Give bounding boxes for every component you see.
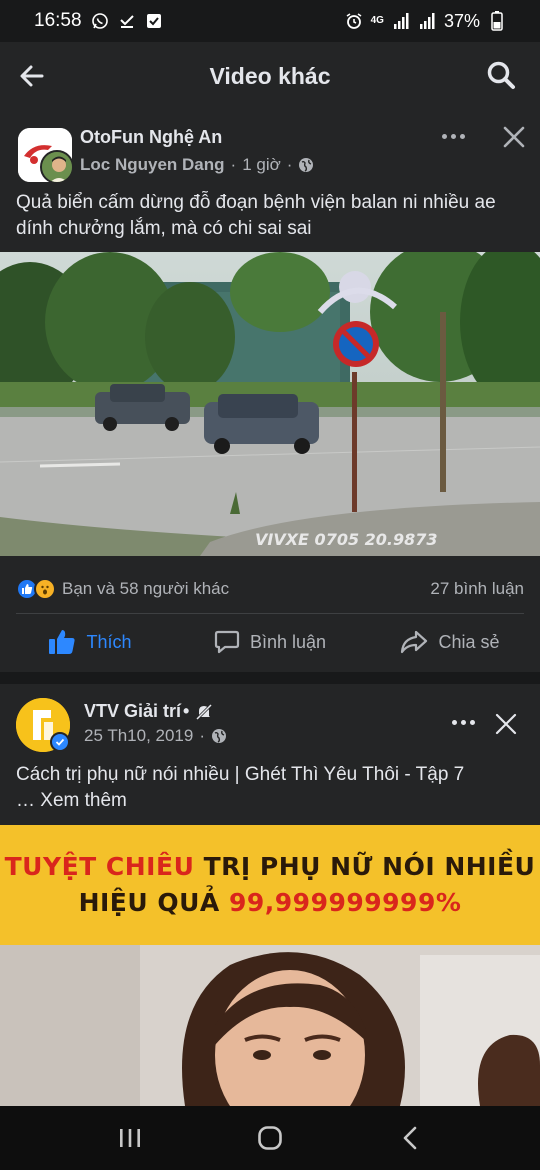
close-icon[interactable]: [495, 713, 517, 735]
post-text-main: Cách trị phụ nữ nói nhiều | Ghét Thì Yêu…: [16, 764, 465, 785]
alarm-icon: [345, 12, 363, 30]
page-title: Video khác: [209, 62, 331, 89]
thumbs-up-icon: [48, 629, 76, 655]
reactions-summary[interactable]: Bạn và 58 người khác: [62, 579, 229, 599]
page-name[interactable]: VTV Giải trí •: [84, 701, 213, 722]
post-stats: Bạn và 58 người khác 27 bình luận: [16, 576, 524, 602]
name-suffix: •: [183, 701, 190, 721]
video-post: VTV Giải trí • 25 Th10, 2019 · Cách trị …: [0, 684, 540, 1106]
like-button[interactable]: Thích: [0, 622, 180, 662]
battery-percent: 37%: [443, 10, 480, 31]
checkbox-icon: [145, 12, 163, 30]
see-more-link[interactable]: … Xem thêm: [16, 788, 526, 814]
author-name[interactable]: Loc Nguyen Dang: [80, 155, 225, 175]
divider: [16, 613, 524, 614]
banner-line-1: TUYỆT CHIÊU TRỊ PHỤ NỮ NÓI NHIỀU: [4, 852, 536, 881]
recent-apps-icon[interactable]: [110, 1118, 150, 1158]
post-text: Quả biển cấm dừng đỗ đoạn bệnh viện bala…: [16, 192, 496, 239]
arrow-left-icon[interactable]: [18, 62, 46, 90]
status-bar: 16:58 4G 37%: [0, 0, 540, 42]
watermark-text: VIVXE 0705 20.9873: [255, 530, 438, 549]
comment-button[interactable]: Bình luận: [180, 622, 360, 662]
feed-gap: [0, 672, 540, 684]
post-meta: 25 Th10, 2019 ·: [84, 726, 227, 746]
like-label: Thích: [86, 631, 132, 652]
download-done-icon: [118, 12, 136, 30]
close-icon[interactable]: [503, 126, 525, 148]
share-label: Chia sẻ: [438, 631, 500, 652]
street-scene-image: VIVXE 0705 20.9873: [0, 252, 540, 556]
battery-icon: [488, 11, 506, 31]
meta-separator-2: ·: [286, 155, 293, 174]
meta-separator: ·: [199, 726, 206, 745]
status-right: 4G 37%: [345, 11, 506, 32]
video-thumbnail[interactable]: TUYỆT CHIÊU TRỊ PHỤ NỮ NÓI NHIỀU HIỆU QU…: [0, 825, 540, 1106]
post-text: Cách trị phụ nữ nói nhiều | Ghét Thì Yêu…: [16, 762, 526, 814]
network-type: 4G: [370, 15, 384, 26]
notifications-off-icon: [195, 703, 213, 721]
status-time: 16:58: [34, 10, 82, 31]
share-button[interactable]: Chia sẻ: [360, 622, 540, 662]
meta-separator: ·: [230, 155, 237, 174]
post-time[interactable]: 1 giờ: [242, 155, 281, 175]
more-horizontal-icon[interactable]: [452, 720, 475, 725]
home-icon[interactable]: [250, 1118, 290, 1158]
signal-icon: [392, 12, 410, 30]
post-meta: Loc Nguyen Dang · 1 giờ ·: [80, 155, 314, 175]
reaction-icons[interactable]: [16, 578, 56, 600]
whatsapp-icon: [91, 12, 109, 30]
back-nav-icon[interactable]: [390, 1118, 430, 1158]
thumbnail-banner: TUYỆT CHIÊU TRỊ PHỤ NỮ NÓI NHIỀU HIỆU QU…: [0, 825, 540, 945]
video-thumbnail[interactable]: VIVXE 0705 20.9873: [0, 252, 540, 556]
banner-line-2: HIỆU QUẢ 99,999999999%: [78, 888, 462, 917]
post-actions: Thích Bình luận Chia sẻ: [0, 622, 540, 662]
status-left: 16:58: [34, 10, 163, 32]
search-icon[interactable]: [486, 60, 516, 90]
app-bar: Video khác: [0, 42, 540, 110]
globe-icon: [298, 157, 314, 173]
globe-icon: [211, 728, 227, 744]
page-name-text: VTV Giải trí: [84, 701, 182, 721]
comments-count[interactable]: 27 bình luận: [430, 579, 524, 599]
share-arrow-icon: [400, 629, 428, 655]
verified-badge-icon: [50, 732, 70, 752]
drama-scene-image: [0, 945, 540, 1106]
author-avatar[interactable]: [40, 150, 74, 184]
video-post: OtoFun Nghệ An Loc Nguyen Dang · 1 giờ ·…: [0, 110, 540, 672]
comment-label: Bình luận: [249, 631, 327, 652]
comment-bubble-icon: [214, 629, 240, 655]
system-navigation-bar: [0, 1106, 540, 1170]
wow-reaction-icon: [34, 578, 56, 600]
more-horizontal-icon[interactable]: [442, 134, 465, 139]
signal-icon-2: [418, 12, 436, 30]
page-name[interactable]: OtoFun Nghệ An: [80, 127, 222, 148]
post-date[interactable]: 25 Th10, 2019: [84, 726, 193, 746]
